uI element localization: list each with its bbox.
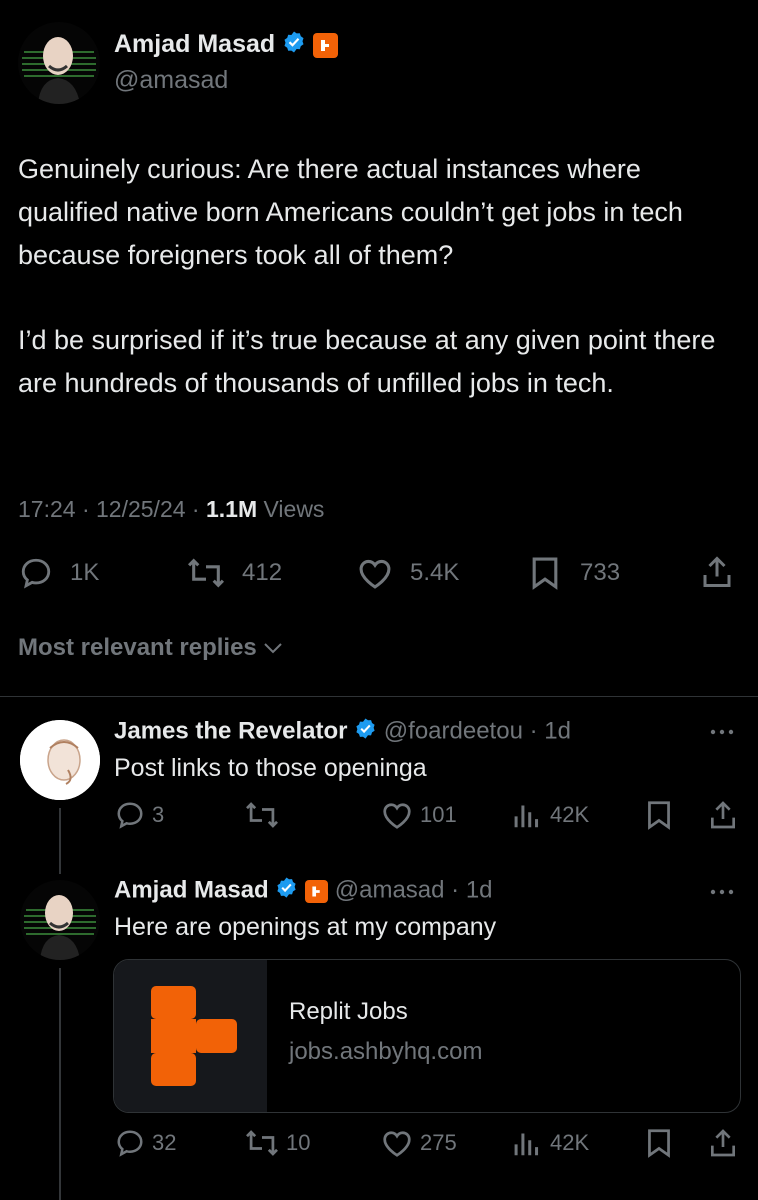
reply1-avatar[interactable]	[20, 720, 100, 800]
bookmark-icon	[648, 801, 670, 830]
reply2-like-count: 275	[420, 1130, 457, 1155]
reply1-views-count: 42K	[550, 802, 590, 827]
reply-icon	[117, 1130, 143, 1157]
share-icon	[711, 801, 735, 829]
thread-line	[59, 968, 61, 1200]
timestamp[interactable]: 17:24 · 12/25/24 ·	[18, 496, 206, 522]
share-icon	[703, 556, 731, 587]
bookmark-action[interactable]: 733	[530, 556, 620, 590]
views-label: Views	[257, 496, 325, 522]
reply2-reply-count: 32	[152, 1130, 177, 1155]
reply2-text: Here are openings at my company	[114, 913, 497, 941]
reply2-time: · 1d	[444, 876, 493, 904]
reply1-text: Post links to those openinga	[114, 754, 427, 782]
tweet-meta: 17:24 · 12/25/24 · 1.1M Views	[18, 496, 324, 523]
avatar[interactable]	[18, 22, 100, 104]
reply1-author-handle[interactable]: @foardeetou	[384, 717, 523, 744]
reply1-like-count: 101	[420, 802, 457, 827]
reply2-reply-action[interactable]: 32	[114, 1128, 176, 1158]
reply1-author-name[interactable]: James the Revelator	[114, 717, 347, 744]
verified-badge-icon	[354, 717, 377, 747]
verified-badge-icon	[282, 30, 306, 61]
replit-logo	[114, 960, 267, 1112]
reply2-header: Amjad Masad @amasad · 1d	[114, 876, 493, 906]
reply2-repost-count: 10	[286, 1130, 311, 1155]
more-options-icon	[710, 729, 734, 735]
reply2-avatar[interactable]	[20, 880, 100, 960]
bookmark-icon	[532, 557, 558, 590]
divider	[0, 696, 758, 697]
views-chart-icon	[514, 1133, 539, 1156]
reply-action[interactable]: 1K	[18, 556, 99, 590]
reply1-more-button[interactable]	[708, 724, 736, 745]
replit-affiliation-icon[interactable]	[305, 879, 329, 903]
tweet-text-paragraph-2: I’d be surprised if it’s true because at…	[18, 325, 716, 398]
author-row: Amjad Masad	[114, 30, 339, 61]
tweet-text-paragraph-1: Genuinely curious: Are there actual inst…	[18, 154, 683, 270]
reply-icon	[117, 802, 143, 829]
reply2-like-action[interactable]: 275	[380, 1128, 457, 1158]
reply2-author-name[interactable]: Amjad Masad	[114, 876, 269, 903]
link-card[interactable]: Replit Jobs jobs.ashbyhq.com	[113, 959, 741, 1113]
views-count: 1.1M	[205, 496, 258, 522]
views-chart-icon	[514, 805, 539, 828]
share-button[interactable]	[700, 554, 734, 595]
reply2-share-button[interactable]	[708, 1127, 738, 1164]
share-icon	[711, 1129, 735, 1157]
reply-count: 1K	[70, 559, 100, 586]
reply1-like-action[interactable]: 101	[380, 800, 457, 830]
heart-icon	[383, 1131, 411, 1157]
like-count: 5.4K	[410, 559, 460, 586]
reply1-reply-count: 3	[152, 802, 165, 827]
repost-action[interactable]: 412	[186, 556, 282, 590]
author-name[interactable]: Amjad Masad	[114, 30, 275, 58]
reply2-views-action[interactable]: 42K	[512, 1128, 589, 1158]
repost-icon	[187, 558, 225, 588]
reply1-bookmark-button[interactable]	[646, 800, 672, 835]
reply-icon	[21, 558, 51, 589]
link-card-title: Replit Jobs	[289, 998, 408, 1025]
verified-badge-icon	[275, 876, 298, 906]
replies-sort-label: Most relevant replies	[18, 634, 257, 661]
reply2-views-count: 42K	[550, 1130, 590, 1155]
reply2-repost-action[interactable]: 10	[244, 1128, 310, 1158]
heart-icon	[383, 803, 411, 829]
reply1-views-action[interactable]: 42K	[512, 800, 589, 830]
repost-icon	[246, 1130, 278, 1156]
heart-icon	[359, 559, 391, 589]
reply1-header: James the Revelator @foardeetou · 1d	[114, 717, 571, 747]
reply1-reply-action[interactable]: 3	[114, 800, 164, 830]
replies-sort-dropdown[interactable]: Most relevant replies	[18, 634, 285, 662]
repost-count: 412	[242, 559, 283, 586]
link-card-domain: jobs.ashbyhq.com	[289, 1038, 483, 1065]
replit-affiliation-icon[interactable]	[313, 33, 339, 58]
reply2-bookmark-button[interactable]	[646, 1128, 672, 1163]
author-handle[interactable]: @amasad	[114, 66, 228, 95]
bookmark-count: 733	[580, 559, 621, 586]
reply2-more-button[interactable]	[708, 884, 736, 905]
reply1-repost-action[interactable]	[244, 800, 286, 830]
thread-line	[59, 808, 61, 874]
chevron-down-icon	[264, 643, 282, 654]
repost-icon	[246, 802, 278, 828]
bookmark-icon	[648, 1129, 670, 1158]
like-action[interactable]: 5.4K	[356, 556, 459, 590]
reply1-share-button[interactable]	[708, 799, 738, 836]
reply1-time: · 1d	[522, 717, 571, 745]
more-options-icon	[710, 889, 734, 895]
reply2-author-handle[interactable]: @amasad	[335, 876, 445, 903]
